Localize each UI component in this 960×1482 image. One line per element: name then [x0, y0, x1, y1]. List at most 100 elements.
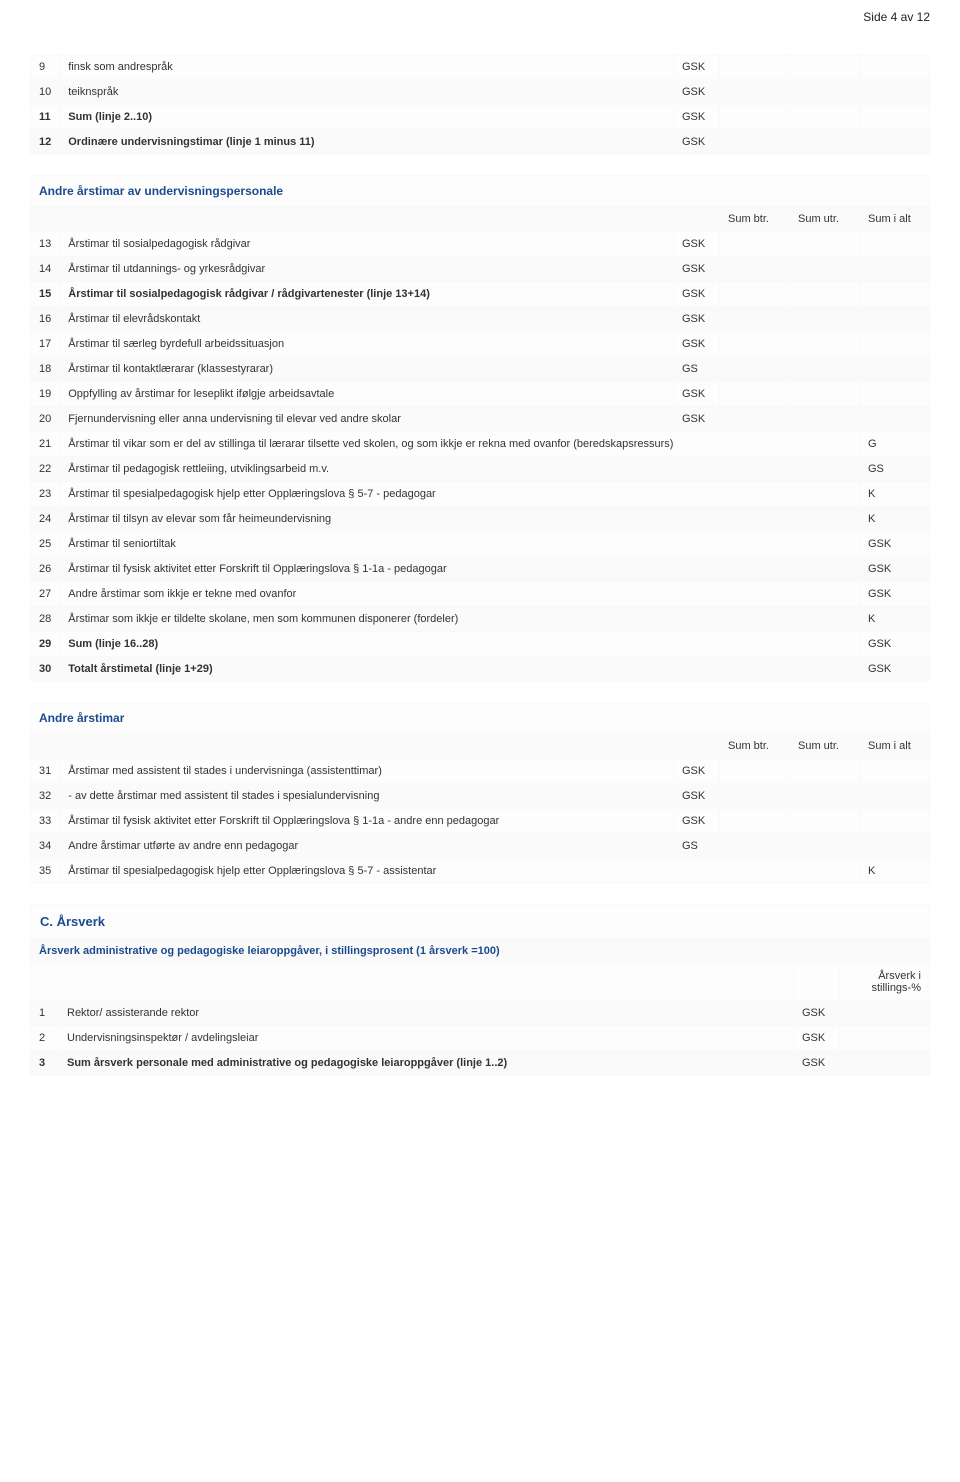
content-area: 9 finsk som andrespråk GSK 10 teiknspråk…	[0, 54, 960, 1136]
col-arsverk: Årsverk i stillings-%	[840, 964, 930, 1001]
cell	[31, 964, 59, 1001]
cell	[790, 282, 860, 307]
row-code: GSK	[674, 332, 720, 357]
row-num: 10	[31, 80, 60, 105]
row-code: GS	[674, 357, 720, 382]
table-row: 16Årstimar til elevrådskontaktGSK	[31, 307, 930, 332]
table-row: 30Totalt årstimetal (linje 1+29)GSK	[31, 657, 930, 682]
row-code: GSK	[674, 759, 720, 784]
table-row: 27Andre årstimar som ikkje er tekne med …	[31, 582, 930, 607]
cell	[790, 809, 860, 834]
row-code: GSK	[674, 55, 720, 80]
row-num: 18	[31, 357, 60, 382]
cell	[860, 130, 930, 155]
subheader-title: Årsverk administrative og pedagogiske le…	[31, 939, 930, 964]
row-desc: Ordinære undervisningstimar (linje 1 min…	[60, 130, 674, 155]
cell	[790, 332, 860, 357]
table-row: 25Årstimar til seniortiltakGSK	[31, 532, 930, 557]
table-top: 9 finsk som andrespråk GSK 10 teiknspråk…	[30, 54, 930, 155]
row-num: 29	[31, 632, 60, 657]
col-sum-ialt: Sum i alt	[860, 207, 930, 232]
cell	[60, 207, 674, 232]
row-num: 1	[31, 1001, 59, 1026]
column-head-row: Sum btr. Sum utr. Sum i alt	[31, 207, 930, 232]
cell	[674, 207, 720, 232]
row-desc: Årstimar til spesialpedagogisk hjelp ett…	[60, 859, 860, 884]
row-desc: Sum årsverk personale med administrative…	[59, 1051, 794, 1076]
cell	[860, 282, 930, 307]
cell	[860, 759, 930, 784]
section-title: Andre årstimar av undervisningspersonale	[31, 176, 930, 207]
row-num: 14	[31, 257, 60, 282]
cell	[720, 55, 790, 80]
cell	[720, 784, 790, 809]
table-row: 35Årstimar til spesialpedagogisk hjelp e…	[31, 859, 930, 884]
row-num: 13	[31, 232, 60, 257]
cell	[860, 784, 930, 809]
table-row: 2Undervisningsinspektør / avdelingsleiar…	[31, 1026, 930, 1051]
row-code: GSK	[674, 784, 720, 809]
col-sum-ialt: Sum i alt	[860, 734, 930, 759]
row-code: GSK	[860, 657, 930, 682]
row-num: 12	[31, 130, 60, 155]
cell	[790, 834, 860, 859]
cell	[720, 232, 790, 257]
table-row: 22Årstimar til pedagogisk rettleiing, ut…	[31, 457, 930, 482]
table-row: 19Oppfylling av årstimar for leseplikt i…	[31, 382, 930, 407]
cell	[60, 734, 674, 759]
row-num: 25	[31, 532, 60, 557]
cell	[720, 332, 790, 357]
table-row: 15Årstimar til sosialpedagogisk rådgivar…	[31, 282, 930, 307]
row-code: GSK	[674, 307, 720, 332]
row-desc: Årstimar til særleg byrdefull arbeidssit…	[60, 332, 674, 357]
table-row: 31Årstimar med assistent til stades i un…	[31, 759, 930, 784]
row-code: GSK	[674, 407, 720, 432]
subheader-row: Årsverk administrative og pedagogiske le…	[31, 939, 930, 964]
row-code: GS	[860, 457, 930, 482]
row-desc: Totalt årstimetal (linje 1+29)	[60, 657, 860, 682]
cell	[790, 80, 860, 105]
cell	[720, 282, 790, 307]
row-num: 30	[31, 657, 60, 682]
page-number: Side 4 av 12	[0, 0, 960, 54]
cell	[860, 407, 930, 432]
row-code: GSK	[794, 1001, 840, 1026]
row-desc: Årstimar til fysisk aktivitet etter Fors…	[60, 557, 860, 582]
row-desc: Årstimar til kontaktlærarar (klassestyra…	[60, 357, 674, 382]
row-num: 21	[31, 432, 60, 457]
row-code: GSK	[674, 80, 720, 105]
cell	[59, 964, 794, 1001]
row-desc: Sum (linje 2..10)	[60, 105, 674, 130]
cell	[790, 307, 860, 332]
cell	[840, 1051, 930, 1076]
row-num: 35	[31, 859, 60, 884]
row-num: 23	[31, 482, 60, 507]
row-desc: Sum (linje 16..28)	[60, 632, 860, 657]
row-code: GSK	[674, 809, 720, 834]
row-num: 31	[31, 759, 60, 784]
row-code: GSK	[860, 557, 930, 582]
row-code: GSK	[860, 632, 930, 657]
table-row: 9 finsk som andrespråk GSK	[31, 55, 930, 80]
table-row: 12 Ordinære undervisningstimar (linje 1 …	[31, 130, 930, 155]
col-sum-utr: Sum utr.	[790, 734, 860, 759]
cell	[860, 357, 930, 382]
table-row: 24Årstimar til tilsyn av elevar som får …	[31, 507, 930, 532]
table-row: 28Årstimar som ikkje er tildelte skolane…	[31, 607, 930, 632]
cell	[790, 407, 860, 432]
table-row: 17Årstimar til særleg byrdefull arbeidss…	[31, 332, 930, 357]
row-desc: Årstimar som ikkje er tildelte skolane, …	[60, 607, 860, 632]
row-desc: Årstimar til tilsyn av elevar som får he…	[60, 507, 860, 532]
table-row: 29Sum (linje 16..28)GSK	[31, 632, 930, 657]
row-desc: Undervisningsinspektør / avdelingsleiar	[59, 1026, 794, 1051]
row-code: K	[860, 607, 930, 632]
table-row: 33Årstimar til fysisk aktivitet etter Fo…	[31, 809, 930, 834]
row-num: 20	[31, 407, 60, 432]
row-num: 26	[31, 557, 60, 582]
row-desc: Rektor/ assisterande rektor	[59, 1001, 794, 1026]
row-desc: teiknspråk	[60, 80, 674, 105]
row-desc: Årstimar til utdannings- og yrkesrådgiva…	[60, 257, 674, 282]
cell	[720, 357, 790, 382]
row-desc: Andre årstimar utførte av andre enn peda…	[60, 834, 674, 859]
cell	[720, 105, 790, 130]
